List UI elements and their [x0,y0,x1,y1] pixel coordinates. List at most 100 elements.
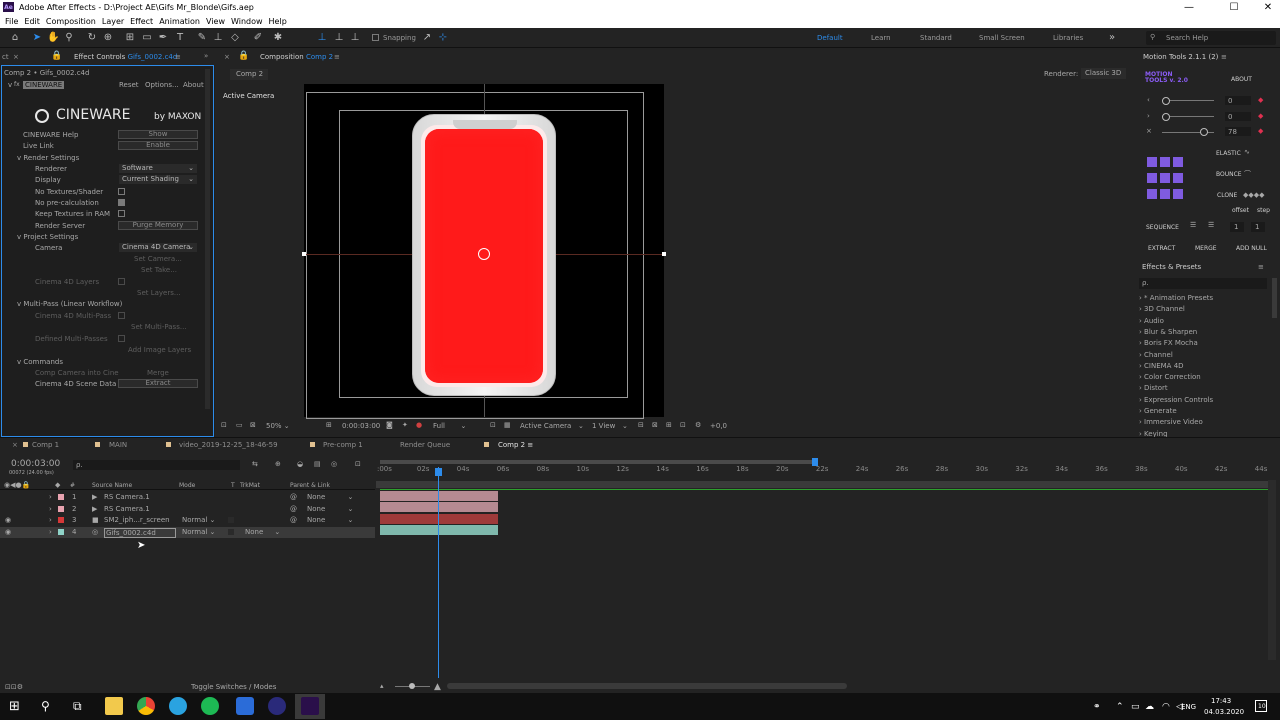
expand-layer-icon[interactable]: › [49,516,52,524]
layer-bar-3[interactable] [380,514,498,524]
purge-memory-button[interactable]: Purge Memory [118,221,198,230]
taskbar-search-icon[interactable]: ⚲ [41,699,50,713]
layer-source-name[interactable]: SM2_iph...r_screen [104,516,170,524]
frame-blending-icon[interactable]: ▤ [314,460,321,468]
menu-effect[interactable]: Effect [127,17,156,26]
expand-panels-icon[interactable]: » [204,52,208,60]
close-tab-icon[interactable]: × [13,53,19,61]
parent-dropdown[interactable]: None ⌄ [307,493,353,501]
anchor-mr-icon[interactable] [1173,173,1183,183]
anchor-point-icon[interactable] [478,248,490,260]
sequence-down-icon[interactable]: ☰ [1190,221,1196,229]
set-layers-button[interactable]: Set Layers... [137,289,181,297]
timeline-tab-precomp1[interactable]: Pre-comp 1 [323,441,363,449]
effects-presets-menu-icon[interactable]: ≡ [1258,263,1264,271]
effects-category-item[interactable]: › CINEMA 4D [1139,362,1184,370]
value-field-3[interactable]: 78 [1225,127,1251,136]
effects-category-item[interactable]: › * Animation Presets [1139,294,1213,302]
timeline-graph-area[interactable] [376,458,1272,678]
anchor-bl-icon[interactable] [1147,189,1157,199]
roto-brush-tool-icon[interactable]: ✐ [252,32,264,44]
layer-bar-4[interactable] [380,525,498,535]
add-null-button[interactable]: ADD NULL [1236,245,1267,252]
col-source-name[interactable]: Source Name [92,482,132,489]
file-explorer-icon[interactable] [105,697,123,715]
expand-layer-icon[interactable]: › [49,493,52,501]
layer-label-color[interactable] [58,517,64,523]
puppet-tool-icon[interactable]: ✱ [272,32,284,44]
preserve-transparency-toggle[interactable] [228,517,234,523]
shy-layers-icon[interactable]: ◒ [297,460,303,468]
zoom-out-icon[interactable]: ▴ [380,682,384,690]
effects-category-item[interactable]: › Audio [1139,317,1164,325]
zoom-dropdown[interactable]: 50% ⌄ [266,422,290,430]
step-field[interactable]: 1 [1251,222,1265,232]
layer-label-color[interactable] [58,505,64,512]
renderer-button[interactable]: Classic 3D [1081,68,1126,79]
timeline-horizontal-scrollbar[interactable] [447,683,847,689]
flowchart-icon[interactable]: ⊞ [666,421,672,429]
anchor-bc-icon[interactable] [1160,189,1170,199]
layer-bar-2[interactable] [380,502,498,512]
toggle-pixel-aspect-icon[interactable]: ⊟ [638,421,644,429]
pan-behind-tool-icon[interactable]: ⊞ [124,32,136,44]
monitor-icon[interactable]: ▭ [236,421,243,429]
draft-3d-icon[interactable]: ⊕ [275,460,281,468]
toggle-3d-icon[interactable]: ⊡ [680,421,686,429]
effects-search-input[interactable]: ρ. [1139,278,1267,289]
comp-mini-flowchart-icon[interactable]: ⇆ [252,460,258,468]
timeline-tab-render-queue[interactable]: Render Queue [400,441,450,449]
anchor-tl-icon[interactable] [1147,157,1157,167]
layer-source-name[interactable]: RS Camera.1 [104,505,150,513]
project-settings-toggle[interactable]: v Project Settings [17,233,78,241]
cinema4d-icon[interactable] [268,697,286,715]
rectangle-tool-icon[interactable]: ▭ [141,32,153,44]
trkmat-dropdown[interactable]: None ⌄ [245,528,280,536]
extract-mt-button[interactable]: EXTRACT [1148,245,1175,252]
timeline-tab-main[interactable]: MAIN [109,441,127,449]
minimize-button[interactable]: — [1177,0,1201,14]
comp-sub-tab[interactable]: Comp 2 [230,69,268,80]
no-textures-checkbox[interactable] [118,188,125,195]
composition-tab[interactable]: Composition Comp 2 [260,53,333,61]
expand-layer-icon[interactable]: › [49,528,52,536]
options-link[interactable]: Options... [145,81,179,89]
menu-window[interactable]: Window [228,17,266,26]
rotate-tool-icon[interactable]: ↻ [86,32,98,44]
comp-panel-menu-icon[interactable]: ≡ [334,53,340,61]
motion-tools-about-button[interactable]: ABOUT [1231,76,1252,83]
orbit-camera-tool-icon[interactable]: ⊕ [102,32,114,44]
offset-field[interactable]: 1 [1230,222,1244,232]
effect-collapse-icon[interactable]: v [8,81,12,89]
show-channel-icon[interactable]: ✦ [402,421,408,429]
snap-grid-icon[interactable]: ⊹ [437,32,449,44]
toggle-switches-modes[interactable]: Toggle Switches / Modes [191,683,276,691]
comp-lock-icon[interactable]: 🔒 [238,51,249,61]
value-field-1[interactable]: 0 [1225,96,1251,105]
work-area-bar[interactable] [380,460,815,464]
menu-view[interactable]: View [203,17,228,26]
camera-dropdown[interactable]: Cinema 4D Camera ⌄ [119,243,197,252]
timeline-tab-close-icon[interactable]: × [12,441,18,449]
pickwhip-icon[interactable]: @ [290,505,297,513]
workspace-default[interactable]: Default [817,34,843,42]
timeline-tab-video[interactable]: video_2019-12-25_18-46-59 [179,441,278,449]
value-field-2[interactable]: 0 [1225,112,1251,121]
multipass-toggle[interactable]: v Multi-Pass (Linear Workflow) [17,300,122,308]
right-handle[interactable] [662,252,666,256]
layer-label-color[interactable] [58,528,64,535]
elastic-button[interactable]: ELASTIC [1216,150,1241,157]
workspace-learn[interactable]: Learn [871,34,891,42]
expand-layer-icon[interactable]: › [49,505,52,513]
anchor-br-icon[interactable] [1173,189,1183,199]
table-row[interactable]: › 1 ▶ RS Camera.1 @ None ⌄ [0,492,375,503]
effects-category-item[interactable]: › Blur & Sharpen [1139,328,1197,336]
camera-view-dropdown[interactable]: Active Camera ⌄ [520,422,584,430]
spotify-icon[interactable] [201,697,219,715]
menu-composition[interactable]: Composition [43,17,99,26]
slider-knob-3[interactable] [1200,128,1208,136]
brush-tool-icon[interactable]: ✎ [196,32,208,44]
people-icon[interactable]: ⚭ [1093,702,1101,712]
layer-bar-1[interactable] [380,491,498,501]
workspace-standard[interactable]: Standard [920,34,952,42]
